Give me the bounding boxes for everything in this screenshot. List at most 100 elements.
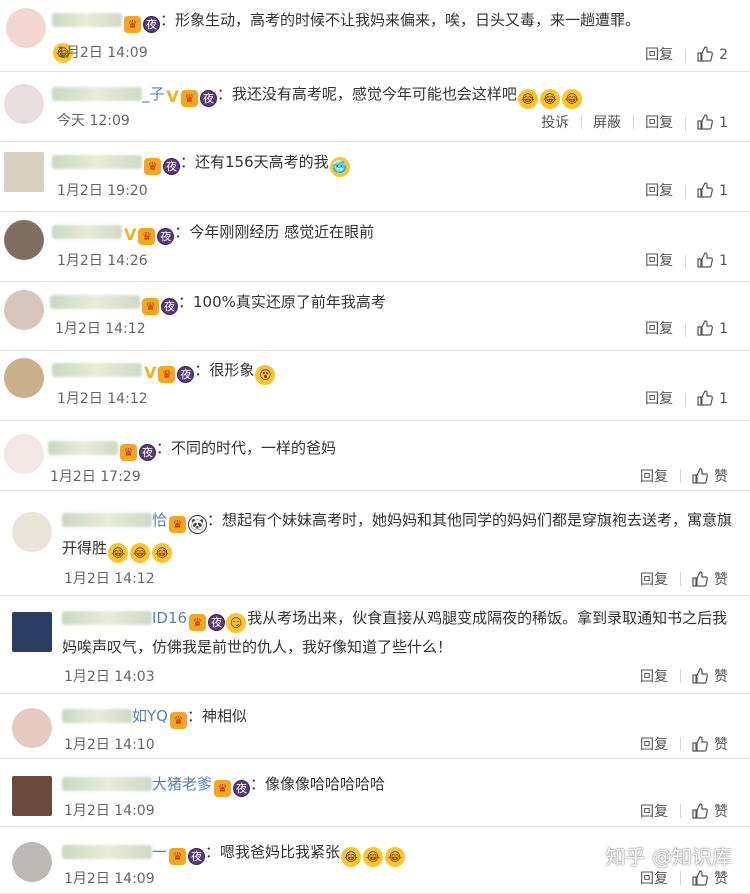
emoji-icon: 🥶 xyxy=(329,157,350,177)
like-button[interactable]: 赞 xyxy=(680,801,740,821)
emoji-icon: 😵 xyxy=(255,365,276,385)
like-button[interactable]: 1 xyxy=(685,252,740,269)
avatar[interactable] xyxy=(12,708,52,748)
like-button[interactable]: 赞 xyxy=(680,666,740,686)
reply-button[interactable]: 回复 xyxy=(628,734,680,754)
night-badge-icon: 夜 xyxy=(199,90,217,107)
comment-text: ：不同的时代，一样的爸妈 xyxy=(156,439,337,457)
like-count: 赞 xyxy=(714,469,728,485)
avatar[interactable] xyxy=(12,512,52,552)
crown-badge-icon: ♛ xyxy=(120,444,137,461)
night-badge-icon: 夜 xyxy=(163,158,180,175)
username[interactable] xyxy=(52,11,122,29)
avatar[interactable] xyxy=(4,84,44,124)
comment-time: 1月2日 14:09 xyxy=(57,45,148,61)
avatar[interactable] xyxy=(12,612,52,652)
comment-actions: 回复 赞 xyxy=(628,466,740,486)
reply-button[interactable]: 回复 xyxy=(633,388,685,408)
avatar[interactable] xyxy=(4,434,44,474)
comment-actions: 回复 1 xyxy=(633,250,740,270)
reply-button[interactable]: 回复 xyxy=(633,112,685,132)
comment-text-block: 恰 ♛ 🐼 ：想起有个妹妹高考时，她妈妈和其他同学的妈妈们都是穿旗袍去送考，寓意旗开得… xyxy=(62,506,740,563)
comment-time: 1月2日 14:12 xyxy=(55,321,146,337)
like-button[interactable]: 1 xyxy=(685,182,740,199)
username[interactable]: 如YQ xyxy=(62,707,168,725)
redacted-username xyxy=(62,777,152,791)
comment-text: ：嗯我爸妈比我紧张 xyxy=(205,843,341,861)
night-badge-icon: 夜 xyxy=(233,780,251,797)
username[interactable]: 恰 xyxy=(62,511,167,529)
avatar[interactable] xyxy=(4,152,44,192)
avatar[interactable] xyxy=(12,776,52,816)
comment-actions: 回复 2 xyxy=(633,44,740,64)
username[interactable] xyxy=(52,153,142,171)
emoji-icon: 😂 xyxy=(130,543,151,563)
thumbs-up-icon xyxy=(697,252,714,268)
report-button[interactable]: 投诉 xyxy=(529,112,581,132)
like-count: 赞 xyxy=(714,737,728,753)
comment-time: 1月2日 19:20 xyxy=(57,183,148,199)
reply-button[interactable]: 回复 xyxy=(628,666,680,686)
username[interactable]: 大猪老爹 xyxy=(62,775,212,793)
username[interactable]: _子 xyxy=(52,85,165,103)
comment-row: 恰 ♛ 🐼 ：想起有个妹妹高考时，她妈妈和其他同学的妈妈们都是穿旗袍去送考，寓意旗开得… xyxy=(0,491,750,596)
username[interactable]: 一 xyxy=(62,843,167,861)
comment-time: 1月2日 14:03 xyxy=(64,669,155,685)
username[interactable] xyxy=(52,223,122,241)
comment-text-block: 大猪老爹 ♛ 夜：像像像哈哈哈哈哈 xyxy=(62,770,740,798)
comment-text: ：像像像哈哈哈哈哈 xyxy=(250,775,386,793)
comment-time: 1月2日 14:09 xyxy=(64,871,155,887)
thumbs-up-icon xyxy=(692,668,708,684)
comment-row: ♛ 夜：形象生动，高考的时候不让我妈来偏来，唉，日头又毒，来一趟遭罪。😂 1月2日 … xyxy=(0,0,750,72)
redacted-username xyxy=(52,363,142,377)
reply-button[interactable]: 回复 xyxy=(628,466,680,486)
avatar[interactable] xyxy=(6,8,46,48)
night-badge-icon: 夜 xyxy=(208,614,226,631)
comment-text: ：我还没有高考呢，感觉今年可能也会这样吧 xyxy=(216,85,517,103)
like-count: 2 xyxy=(719,47,728,63)
username[interactable] xyxy=(52,361,142,379)
night-badge-icon: 夜 xyxy=(143,16,160,33)
reply-button[interactable]: 回复 xyxy=(633,318,685,338)
comment-time: 1月2日 14:10 xyxy=(64,737,155,753)
avatar[interactable] xyxy=(4,358,44,398)
avatar[interactable] xyxy=(4,220,44,260)
comment-time: 1月2日 14:12 xyxy=(57,391,148,407)
username[interactable]: ID16 xyxy=(62,609,187,627)
like-count: 赞 xyxy=(714,572,728,588)
reply-button[interactable]: 回复 xyxy=(633,250,685,270)
night-badge-icon: 夜 xyxy=(188,848,206,865)
like-button[interactable]: 赞 xyxy=(680,466,740,486)
like-button[interactable]: 1 xyxy=(685,390,740,407)
like-button[interactable]: 赞 xyxy=(680,569,740,589)
username[interactable] xyxy=(50,293,140,311)
comment-text-block: ♛ 夜：不同的时代，一样的爸妈 xyxy=(48,434,700,462)
thumbs-up-icon xyxy=(692,736,708,752)
night-badge-icon: 夜 xyxy=(161,298,178,315)
reply-button[interactable]: 回复 xyxy=(633,44,685,64)
like-button[interactable]: 2 xyxy=(685,46,740,63)
like-button[interactable]: 1 xyxy=(685,320,740,337)
comment-time: 1月2日 17:29 xyxy=(50,469,141,485)
comment-row: ♛ 夜：还有156天高考的我 🥶 1月2日 19:20 回复 1 xyxy=(0,142,750,212)
avatar[interactable] xyxy=(12,842,52,882)
comment-actions: 回复 赞 xyxy=(628,666,740,686)
comment-row: ♛ 夜：100%真实还原了前年我高考 1月2日 14:12 回复 1 xyxy=(0,282,750,351)
like-button[interactable]: 1 xyxy=(685,114,740,131)
crown-badge-icon: ♛ xyxy=(214,780,232,797)
like-count: 1 xyxy=(719,253,728,269)
reply-button[interactable]: 回复 xyxy=(628,801,680,821)
reply-button[interactable]: 回复 xyxy=(633,180,685,200)
reply-button[interactable]: 回复 xyxy=(628,868,680,888)
like-button[interactable]: 赞 xyxy=(680,868,740,888)
like-count: 赞 xyxy=(714,804,728,820)
like-count: 1 xyxy=(719,183,728,199)
crown-badge-icon: ♛ xyxy=(169,516,187,533)
like-button[interactable]: 赞 xyxy=(680,734,740,754)
block-button[interactable]: 屏蔽 xyxy=(581,112,633,132)
emoji-icon: 😂 xyxy=(341,847,362,867)
avatar[interactable] xyxy=(4,290,44,330)
username[interactable] xyxy=(48,439,118,457)
reply-button[interactable]: 回复 xyxy=(628,569,680,589)
watermark: 知乎 @知识库 xyxy=(605,845,732,869)
